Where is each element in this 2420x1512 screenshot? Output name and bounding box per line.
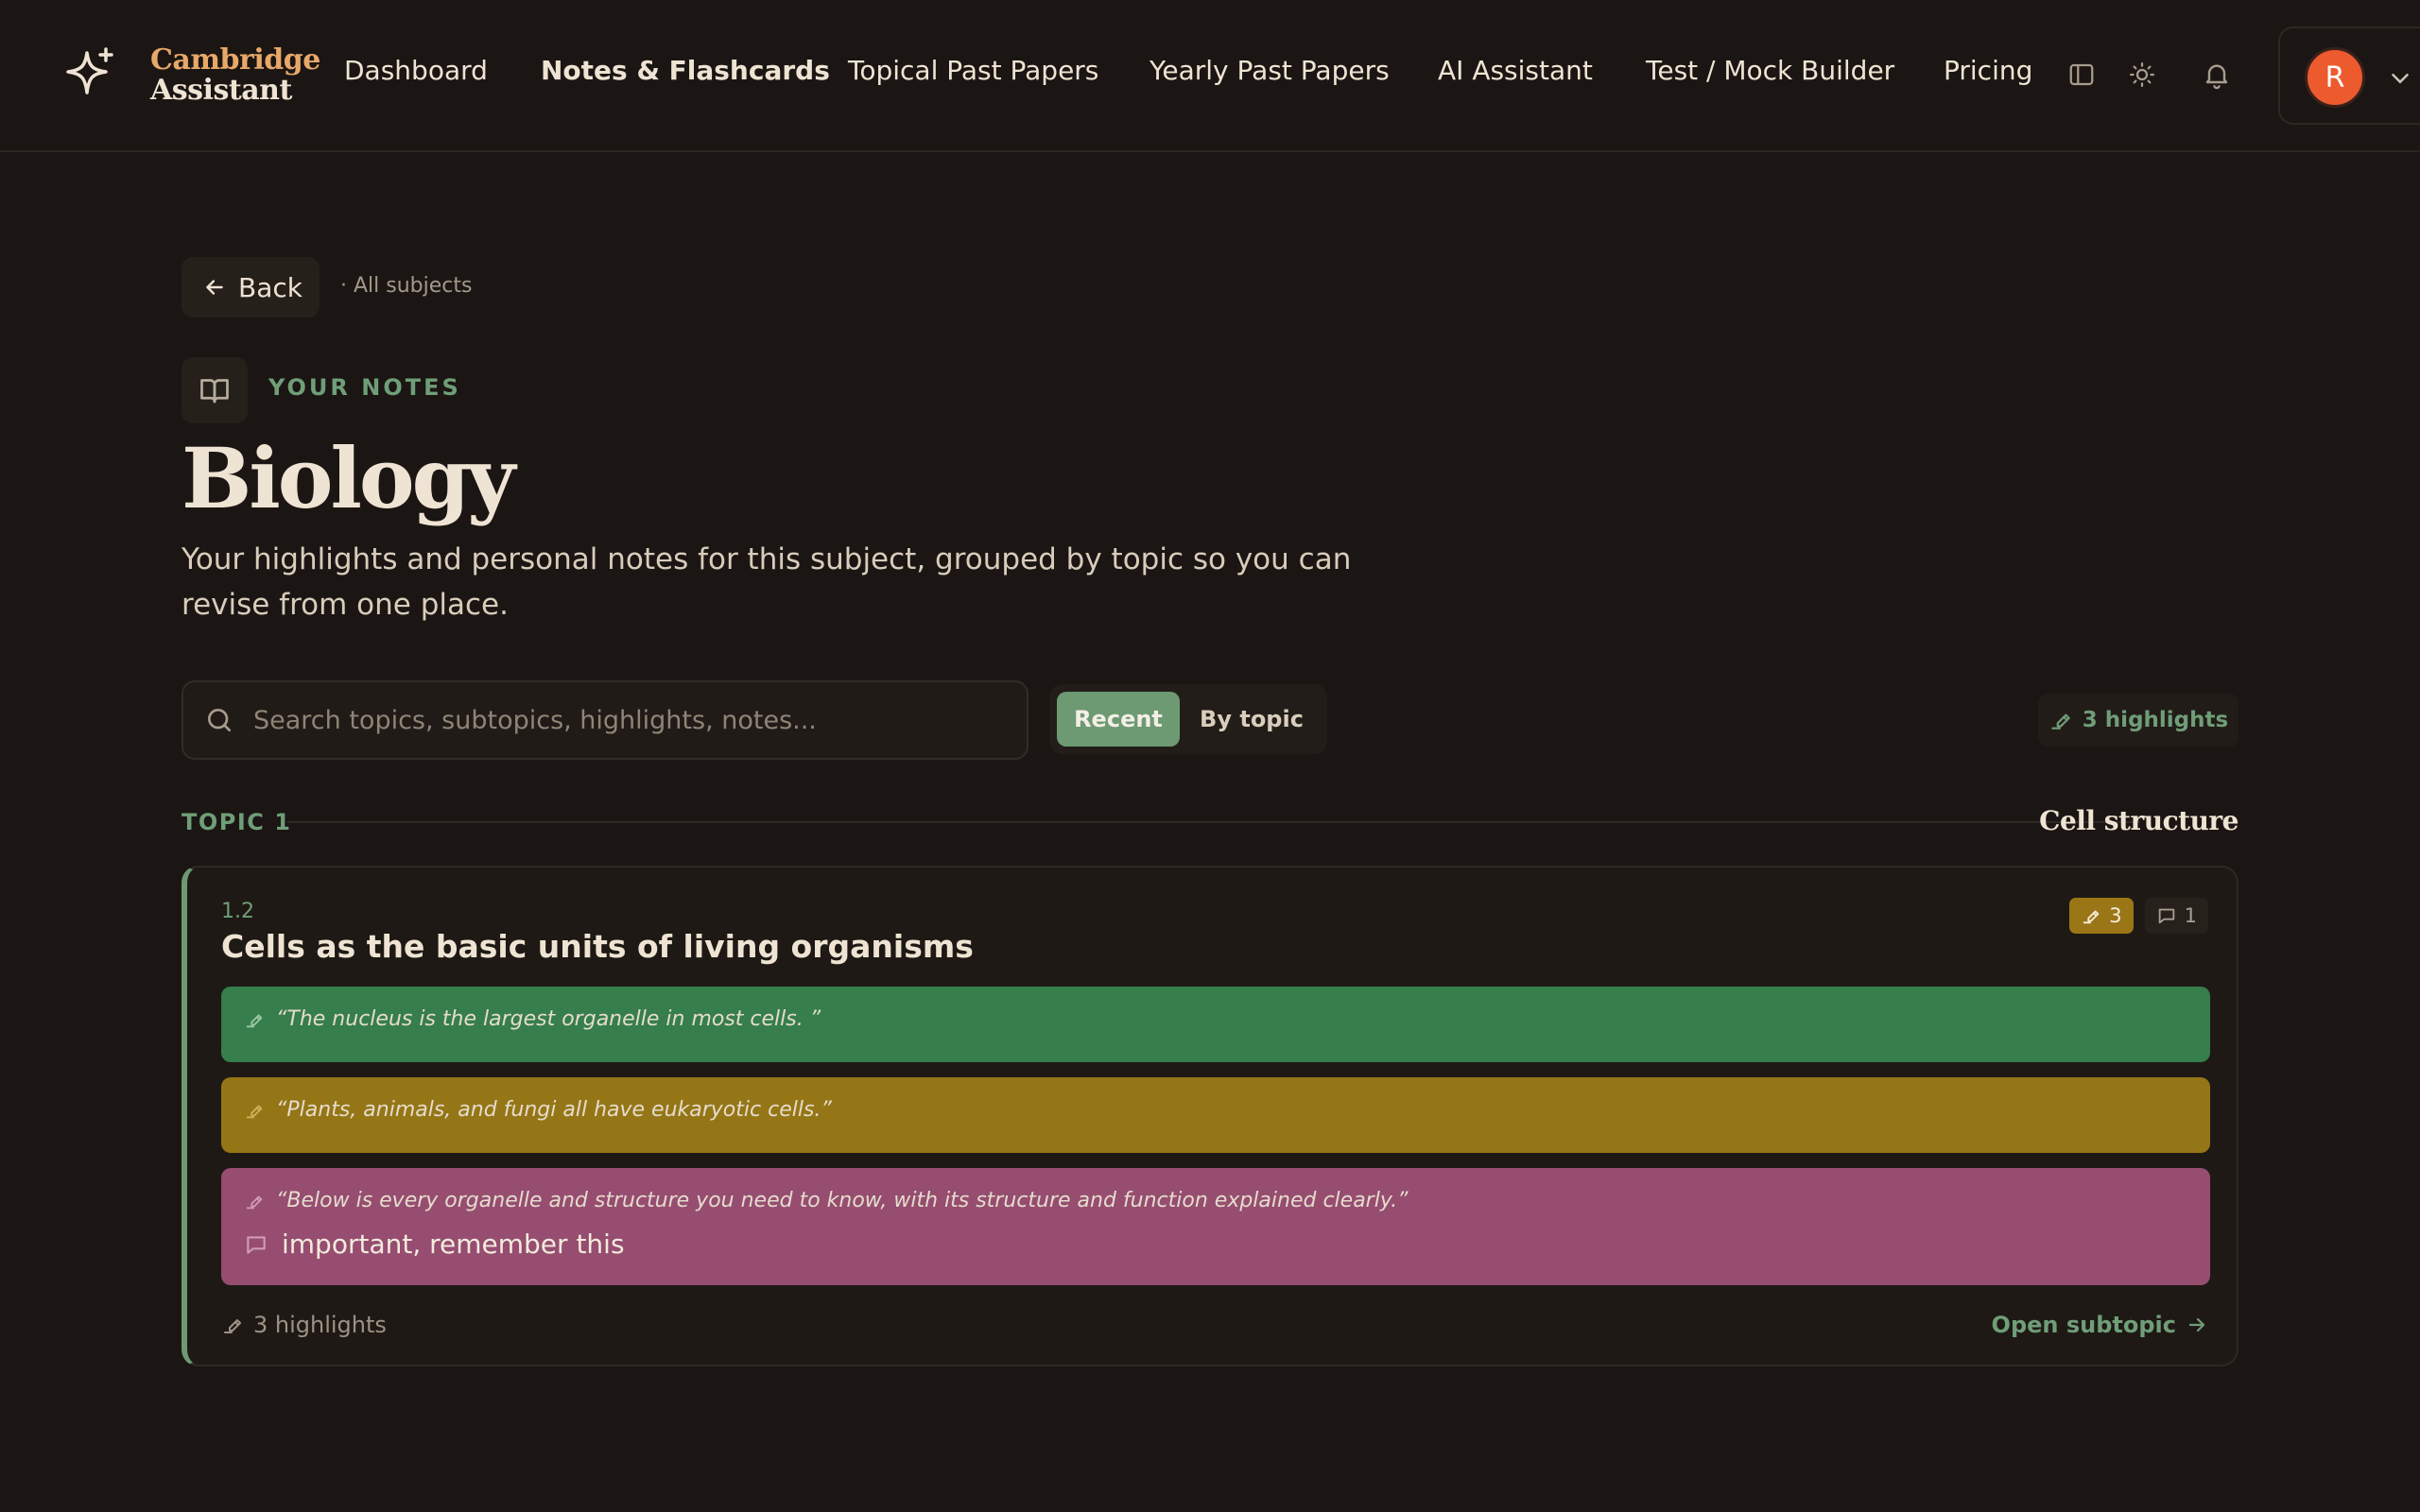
highlights-total-label: 3 highlights <box>2082 708 2229 732</box>
subtopic-title: Cells as the basic units of living organ… <box>221 928 974 965</box>
nav-dashboard[interactable]: Dashboard <box>344 55 488 86</box>
highlight-note: important, remember this <box>244 1228 625 1260</box>
top-navigation-bar: Cambridge Assistant Dashboard Notes & Fl… <box>0 0 2420 152</box>
highlighter-icon <box>2051 713 2070 730</box>
section-eyebrow: YOUR NOTES <box>268 374 461 401</box>
sparkle-logo-icon[interactable] <box>62 45 119 102</box>
nav-yearly-past-papers[interactable]: Yearly Past Papers <box>1150 55 1390 86</box>
sidebar-toggle-icon[interactable] <box>2066 59 2098 91</box>
highlighter-icon <box>246 1014 263 1027</box>
subtopic-card: 1.2 Cells as the basic units of living o… <box>182 866 2238 1366</box>
nav-notes-flashcards[interactable]: Notes & Flashcards <box>541 55 830 86</box>
note-text: important, remember this <box>282 1228 625 1260</box>
summary-label: 3 highlights <box>253 1312 387 1338</box>
nav-topical-past-papers[interactable]: Topical Past Papers <box>848 55 1098 86</box>
back-button[interactable]: Back <box>182 257 320 318</box>
open-subtopic-label: Open subtopic <box>1991 1312 2176 1338</box>
topic-divider <box>287 821 2140 823</box>
highlight-text: “Plants, animals, and fungi all have euk… <box>276 1098 832 1122</box>
highlights-total-badge: 3 highlights <box>2038 694 2238 747</box>
comment-count-badge: 1 <box>2144 898 2208 934</box>
arrow-right-icon <box>2188 1317 2205 1332</box>
highlighter-icon <box>2083 910 2100 924</box>
arrow-left-icon <box>206 280 223 295</box>
comment-icon <box>2158 908 2174 924</box>
nav-test-mock-builder[interactable]: Test / Mock Builder <box>1646 55 1894 86</box>
bell-icon[interactable] <box>2201 59 2233 91</box>
subtopic-highlight-summary: 3 highlights <box>221 1312 387 1338</box>
highlight-item[interactable]: “Plants, animals, and fungi all have euk… <box>221 1077 2210 1153</box>
sun-icon[interactable] <box>2126 59 2158 91</box>
search-icon <box>208 709 231 731</box>
highlighter-icon <box>246 1195 263 1209</box>
highlight-text: “Below is every organelle and structure … <box>276 1189 1409 1212</box>
highlighter-icon <box>224 1319 241 1333</box>
comment-icon <box>247 1235 266 1254</box>
book-icon <box>182 357 248 423</box>
highlight-count-badge: 3 <box>2069 898 2134 934</box>
view-toggle: Recent By topic <box>1049 684 1327 754</box>
page-description: Your highlights and personal notes for t… <box>182 542 1352 622</box>
nav-pricing[interactable]: Pricing <box>1944 55 2032 86</box>
subtopic-badges: 3 1 <box>2069 898 2208 934</box>
topic-name: Cell structure <box>2039 805 2238 836</box>
search-input[interactable] <box>251 704 1008 736</box>
highlight-text: “The nucleus is the largest organelle in… <box>276 1007 821 1031</box>
highlighter-icon <box>246 1105 263 1118</box>
brand-name[interactable]: Cambridge Assistant <box>150 45 320 106</box>
highlight-count: 3 <box>2109 904 2122 927</box>
highlight-item[interactable]: “The nucleus is the largest organelle in… <box>221 987 2210 1062</box>
avatar[interactable]: R <box>2305 47 2365 108</box>
toggle-recent[interactable]: Recent <box>1057 692 1180 747</box>
brand-line-2: Assistant <box>150 74 292 107</box>
nav-ai-assistant[interactable]: AI Assistant <box>1438 55 1593 86</box>
highlight-item[interactable]: “Below is every organelle and structure … <box>221 1168 2210 1285</box>
chevron-down-icon[interactable] <box>2386 64 2414 93</box>
search-box[interactable] <box>182 680 1028 760</box>
breadcrumb-all-subjects[interactable]: · All subjects <box>340 274 472 298</box>
account-menu[interactable]: R <box>2278 26 2420 125</box>
page-title: Biology <box>182 429 515 527</box>
open-subtopic-link[interactable]: Open subtopic <box>1992 1312 2208 1338</box>
subtopic-number: 1.2 <box>221 900 254 923</box>
topic-label: TOPIC 1 <box>182 809 292 835</box>
back-label: Back <box>238 271 302 303</box>
comment-count: 1 <box>2184 904 2197 927</box>
toggle-by-topic[interactable]: By topic <box>1184 692 1320 747</box>
brand-line-1: Cambridge <box>150 43 320 77</box>
